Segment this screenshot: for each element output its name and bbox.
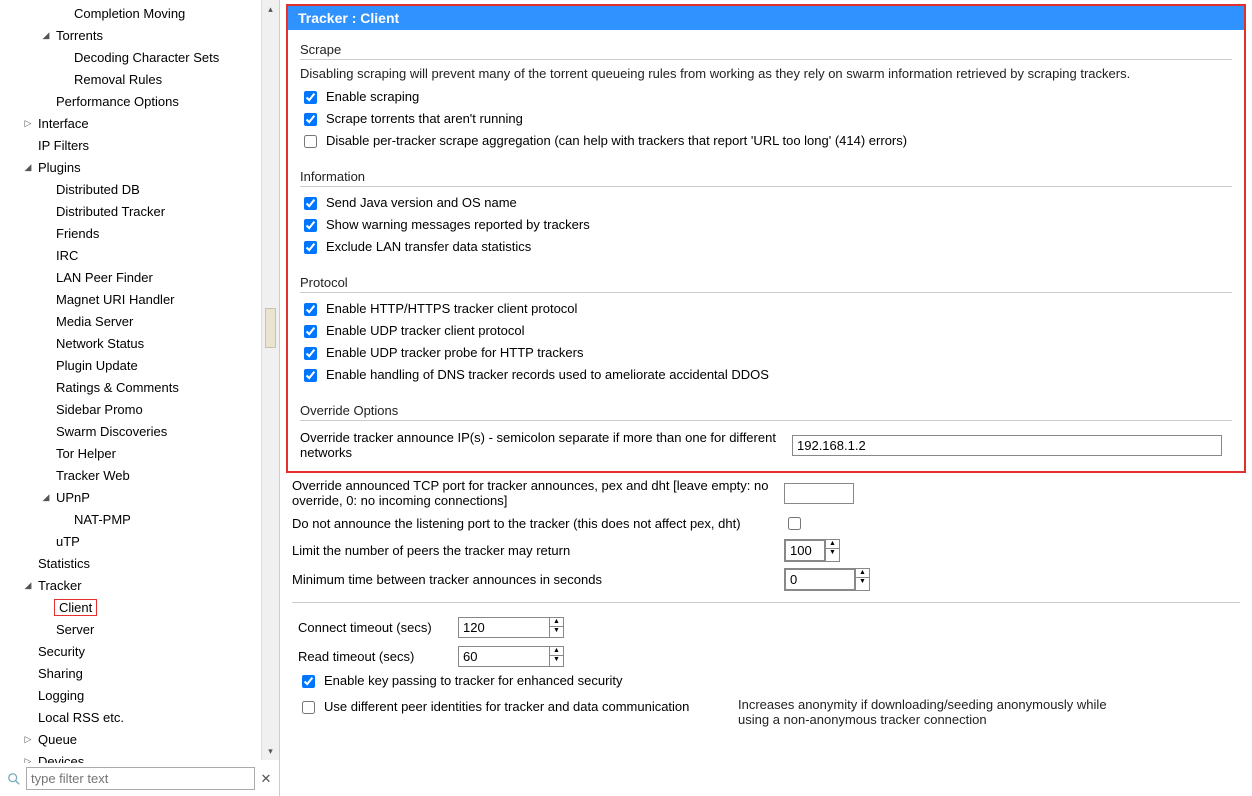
tree-item-pluginupd[interactable]: Plugin Update: [0, 354, 259, 376]
filter-row: ✕: [0, 763, 279, 796]
input-connect-timeout[interactable]: [459, 618, 549, 637]
spin-down-icon[interactable]: ▼: [550, 627, 563, 635]
tree-item-utp[interactable]: uTP: [0, 530, 259, 552]
spin-up-icon[interactable]: ▲: [856, 569, 869, 578]
tree-item-natpmp[interactable]: NAT-PMP: [0, 508, 259, 530]
clear-filter-icon[interactable]: ✕: [259, 771, 273, 787]
tree-item-queue[interactable]: ▷Queue: [0, 728, 259, 750]
collapse-icon[interactable]: ◢: [40, 29, 52, 41]
spinner-connect-timeout[interactable]: ▲▼: [458, 617, 564, 638]
spin-down-icon[interactable]: ▼: [550, 656, 563, 664]
tree-item-dtracker[interactable]: Distributed Tracker: [0, 200, 259, 222]
expand-icon[interactable]: ▷: [22, 755, 34, 763]
settings-tree: Completion Moving ◢Torrents Decoding Cha…: [0, 0, 279, 763]
tree-item-irc[interactable]: IRC: [0, 244, 259, 266]
tree-item-perf[interactable]: Performance Options: [0, 90, 259, 112]
spinner-min-time[interactable]: ▲▼: [784, 568, 870, 591]
tree-item-statistics[interactable]: Statistics: [0, 552, 259, 574]
search-icon: [6, 771, 22, 787]
input-peer-limit[interactable]: [785, 540, 825, 561]
tree-item-security[interactable]: Security: [0, 640, 259, 662]
filter-input[interactable]: [26, 767, 255, 790]
tree-item-tracker[interactable]: ◢Tracker: [0, 574, 259, 596]
tree-item-friends[interactable]: Friends: [0, 222, 259, 244]
label-read-timeout: Read timeout (secs): [298, 649, 448, 664]
input-read-timeout[interactable]: [459, 647, 549, 666]
spin-up-icon[interactable]: ▲: [550, 618, 563, 627]
scroll-down-icon[interactable]: ▾: [262, 742, 279, 760]
expand-icon[interactable]: ▷: [22, 733, 34, 745]
spin-up-icon[interactable]: ▲: [550, 647, 563, 656]
section-title-info: Information: [300, 169, 1232, 184]
tree-item-plugins[interactable]: ◢Plugins: [0, 156, 259, 178]
spin-down-icon[interactable]: ▼: [856, 578, 869, 586]
tree-item-lan[interactable]: LAN Peer Finder: [0, 266, 259, 288]
label-connect-timeout: Connect timeout (secs): [298, 620, 448, 635]
tree-item-swarm[interactable]: Swarm Discoveries: [0, 420, 259, 442]
section-title-scrape: Scrape: [300, 42, 1232, 57]
label-peer-limit: Limit the number of peers the tracker ma…: [292, 543, 772, 558]
chk-show-warnings[interactable]: Show warning messages reported by tracke…: [300, 215, 1232, 237]
chk-enable-udp[interactable]: Enable UDP tracker client protocol: [300, 321, 1232, 343]
chk-enable-http[interactable]: Enable HTTP/HTTPS tracker client protoco…: [300, 299, 1232, 321]
tree-item-upnp[interactable]: ◢UPnP: [0, 486, 259, 508]
chk-enable-scraping[interactable]: Enable scraping: [300, 87, 1232, 109]
chk-key-passing[interactable]: Enable key passing to tracker for enhanc…: [298, 671, 1234, 693]
scrape-description: Disabling scraping will prevent many of …: [300, 66, 1232, 81]
chk-diff-identities[interactable]: Use different peer identities for tracke…: [298, 697, 728, 719]
tree-item-tor[interactable]: Tor Helper: [0, 442, 259, 464]
chk-dns-records[interactable]: Enable handling of DNS tracker records u…: [300, 365, 1232, 387]
label-no-announce-port: Do not announce the listening port to th…: [292, 516, 772, 531]
tree-item-magnet[interactable]: Magnet URI Handler: [0, 288, 259, 310]
expand-icon[interactable]: ▷: [22, 117, 34, 129]
scroll-grip[interactable]: [265, 308, 276, 348]
chk-disable-aggregation[interactable]: Disable per-tracker scrape aggregation (…: [300, 131, 1232, 153]
tree-item-tweb[interactable]: Tracker Web: [0, 464, 259, 486]
chk-scrape-not-running[interactable]: Scrape torrents that aren't running: [300, 109, 1232, 131]
collapse-icon[interactable]: ◢: [22, 161, 34, 173]
tree-item-sidebar[interactable]: Sidebar Promo: [0, 398, 259, 420]
input-override-ip[interactable]: [792, 435, 1222, 456]
input-min-time[interactable]: [785, 569, 855, 590]
chk-no-announce-port[interactable]: [788, 517, 801, 530]
tree-item-ddb[interactable]: Distributed DB: [0, 178, 259, 200]
tree-item-logging[interactable]: Logging: [0, 684, 259, 706]
collapse-icon[interactable]: ◢: [22, 579, 34, 591]
tree-item-media[interactable]: Media Server: [0, 310, 259, 332]
spinner-peer-limit[interactable]: ▲▼: [784, 539, 840, 562]
highlighted-region: Tracker : Client Scrape Disabling scrapi…: [286, 4, 1246, 473]
tree-item-devices[interactable]: ▷Devices: [0, 750, 259, 763]
tree-item-ratings[interactable]: Ratings & Comments: [0, 376, 259, 398]
label-override-ip: Override tracker announce IP(s) - semico…: [300, 430, 780, 460]
spinner-read-timeout[interactable]: ▲▼: [458, 646, 564, 667]
collapse-icon[interactable]: ◢: [40, 491, 52, 503]
tree-item-torrents[interactable]: ◢Torrents: [0, 24, 259, 46]
tree-item-server[interactable]: Server: [0, 618, 259, 640]
tree-item-netstat[interactable]: Network Status: [0, 332, 259, 354]
label-override-port: Override announced TCP port for tracker …: [292, 478, 772, 508]
panel-title: Tracker : Client: [288, 6, 1244, 30]
tree-item-rss[interactable]: Local RSS etc.: [0, 706, 259, 728]
settings-tree-sidebar: Completion Moving ◢Torrents Decoding Cha…: [0, 0, 280, 796]
spin-up-icon[interactable]: ▲: [826, 540, 839, 549]
tree-item-completion-moving[interactable]: Completion Moving: [0, 2, 259, 24]
spin-down-icon[interactable]: ▼: [826, 549, 839, 557]
diff-identities-note: Increases anonymity if downloading/seedi…: [738, 697, 1118, 727]
sidebar-scrollbar[interactable]: ▴ ▾: [261, 0, 279, 760]
chk-exclude-lan[interactable]: Exclude LAN transfer data statistics: [300, 237, 1232, 259]
tree-item-interface[interactable]: ▷Interface: [0, 112, 259, 134]
label-min-time: Minimum time between tracker announces i…: [292, 572, 772, 587]
tree-item-ipfilters[interactable]: IP Filters: [0, 134, 259, 156]
settings-main-panel: Tracker : Client Scrape Disabling scrapi…: [280, 0, 1252, 796]
input-override-port[interactable]: [784, 483, 854, 504]
scroll-up-icon[interactable]: ▴: [262, 0, 279, 18]
tree-item-client[interactable]: Client: [0, 596, 259, 618]
chk-udp-probe[interactable]: Enable UDP tracker probe for HTTP tracke…: [300, 343, 1232, 365]
chk-send-java-os[interactable]: Send Java version and OS name: [300, 193, 1232, 215]
section-title-override: Override Options: [300, 403, 1232, 418]
section-title-protocol: Protocol: [300, 275, 1232, 290]
tree-item-removal[interactable]: Removal Rules: [0, 68, 259, 90]
tree-item-sharing[interactable]: Sharing: [0, 662, 259, 684]
tree-item-decoding[interactable]: Decoding Character Sets: [0, 46, 259, 68]
